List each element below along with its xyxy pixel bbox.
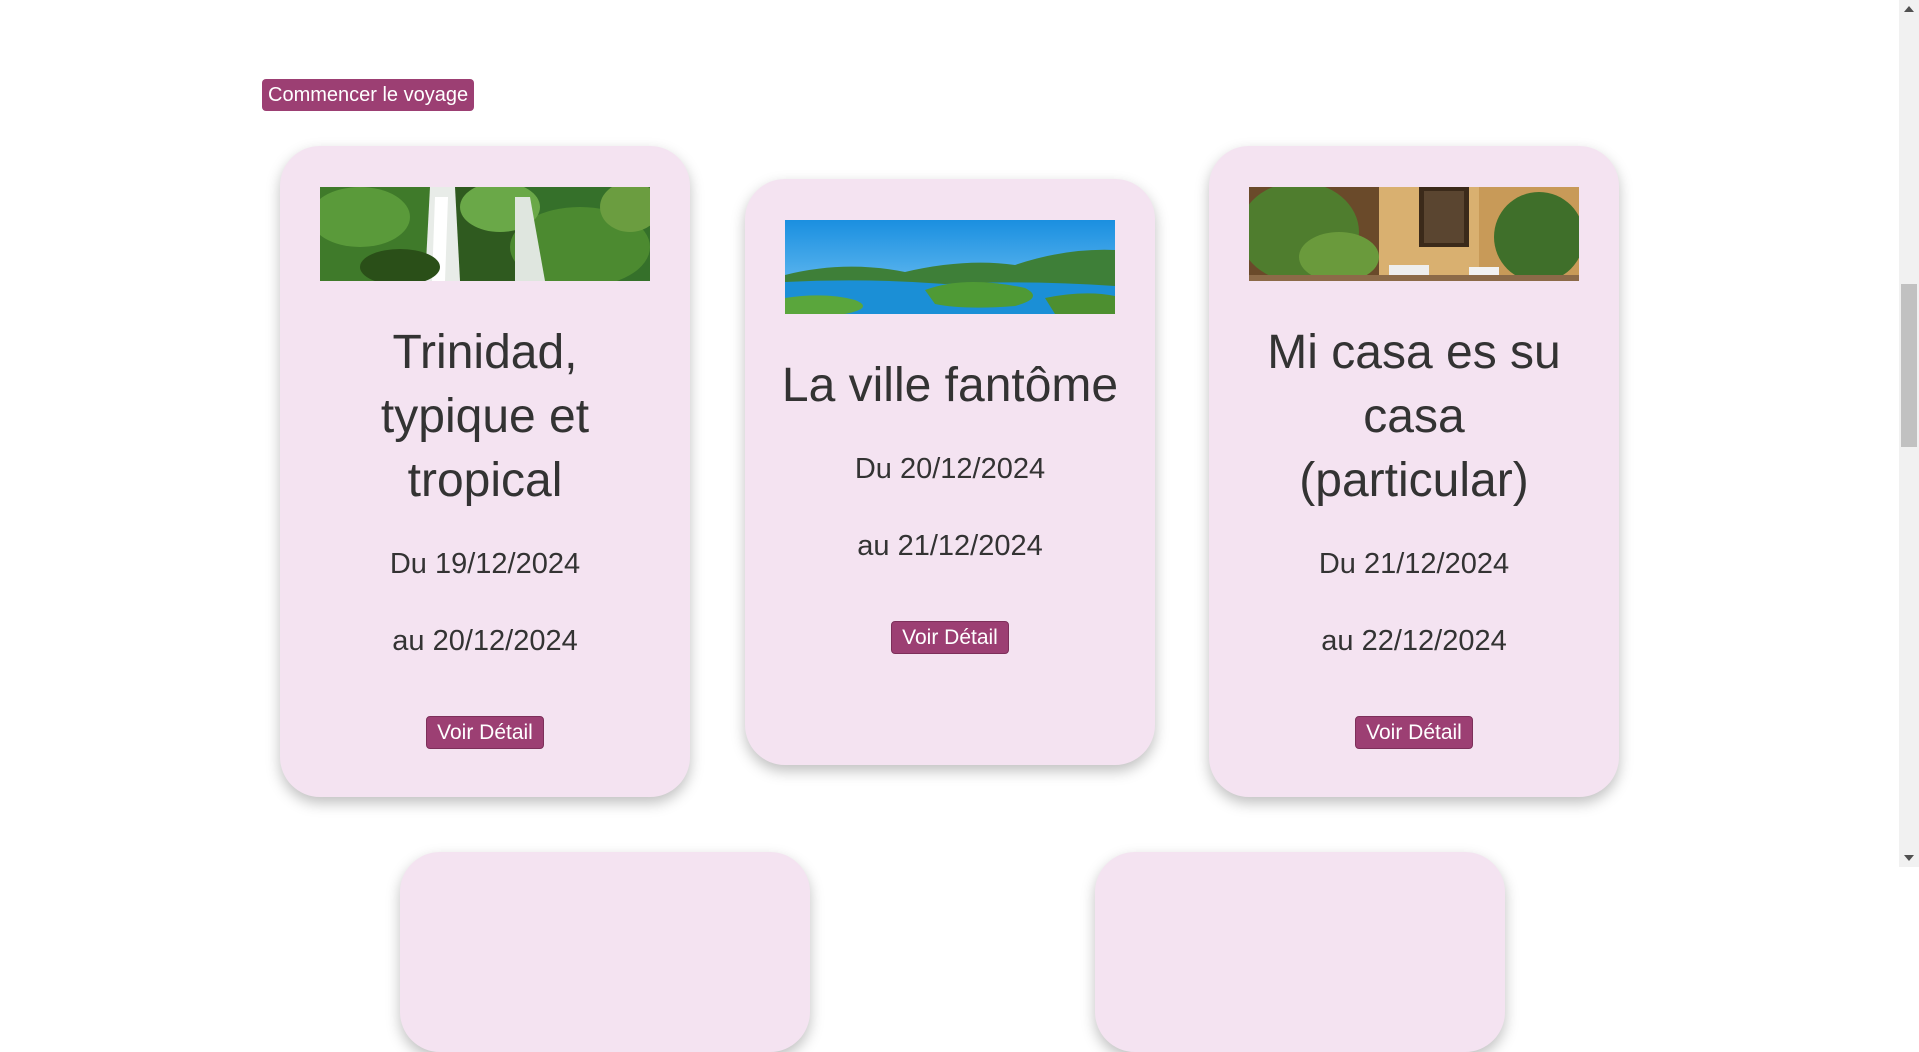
card-date-from: Du 20/12/2024 [854, 453, 1046, 485]
waterfall-image [320, 187, 650, 281]
card-date-to: au 21/12/2024 [857, 530, 1043, 562]
view-detail-button[interactable]: Voir Détail [1355, 716, 1473, 749]
trip-card-1: Trinidad, typique et tropical Du 19/12/2… [280, 146, 690, 797]
trip-card-3: Mi casa es su casa (particular) Du 21/12… [1209, 146, 1619, 797]
trip-card-5-partial [1095, 852, 1505, 1052]
card-title: Trinidad, typique et tropical [380, 326, 590, 507]
card-date-from: Du 19/12/2024 [389, 548, 581, 580]
card-title: La ville fantôme [781, 359, 1119, 412]
card-date-from: Du 21/12/2024 [1318, 548, 1510, 580]
courtyard-image [1249, 187, 1579, 281]
view-detail-button[interactable]: Voir Détail [891, 621, 1009, 654]
scroll-up-icon[interactable] [1904, 6, 1914, 12]
lake-landscape-image [785, 220, 1115, 314]
trip-card-2: La ville fantôme Du 20/12/2024 au 21/12/… [745, 179, 1155, 765]
scrollbar-thumb[interactable] [1901, 284, 1917, 447]
card-date-to: au 20/12/2024 [392, 625, 578, 657]
scroll-down-icon[interactable] [1904, 855, 1914, 861]
card-date-to: au 22/12/2024 [1321, 625, 1507, 657]
card-title: Mi casa es su casa (particular) [1267, 326, 1561, 507]
trip-card-4-partial [400, 852, 810, 1052]
vertical-scrollbar[interactable] [1899, 0, 1919, 867]
start-trip-button[interactable]: Commencer le voyage [262, 79, 475, 111]
view-detail-button[interactable]: Voir Détail [426, 716, 544, 749]
